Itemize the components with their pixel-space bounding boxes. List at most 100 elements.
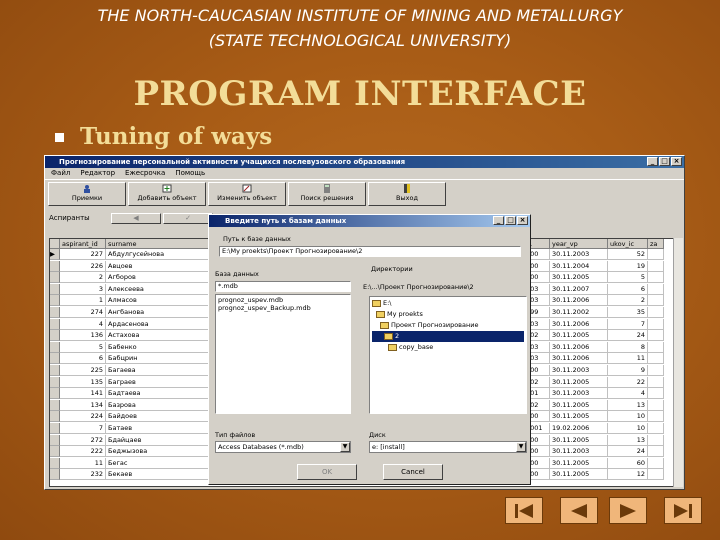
column-header-ukov-ic[interactable]: ukov_ic (608, 239, 648, 249)
cell-ukov-ic[interactable]: 13 (608, 434, 648, 446)
next-slide-button[interactable] (609, 497, 647, 524)
cell-surname[interactable]: Ардасенова (106, 318, 214, 330)
cell-year-vp[interactable]: 30.11.2005 (550, 434, 608, 446)
cell-ukov-ic[interactable]: 24 (608, 330, 648, 342)
cell-year-vp[interactable]: 30.11.2005 (550, 376, 608, 388)
cell-za[interactable] (648, 411, 664, 423)
confirm-button[interactable]: ✓ (163, 212, 213, 224)
cell-id[interactable]: 272 (60, 434, 106, 446)
column-header-year-vp[interactable]: year_vp (550, 239, 608, 249)
cell-surname[interactable]: Астахова (106, 330, 214, 342)
cell-year-vp[interactable]: 30.11.2002 (550, 307, 608, 318)
cell-id[interactable]: 225 (60, 365, 106, 376)
chevron-down-icon[interactable]: ▼ (340, 442, 350, 452)
path-input[interactable]: E:\My proekts\Проект Прогнозирование\2 (219, 246, 521, 257)
cell-surname[interactable]: Бадтаева (106, 388, 214, 400)
row-indicator[interactable] (50, 434, 60, 446)
minimize-button[interactable]: _ (647, 157, 658, 166)
cell-year-vp[interactable]: 30.11.2005 (550, 469, 608, 481)
cell-id[interactable]: 2 (60, 272, 106, 284)
maximize-button[interactable]: □ (659, 157, 670, 166)
row-indicator[interactable] (50, 446, 60, 458)
dir-item[interactable]: Проект Прогнозирование (372, 320, 524, 331)
cell-year-vp[interactable]: 30.11.2003 (550, 446, 608, 458)
cell-ukov-ic[interactable]: 52 (608, 249, 648, 260)
cell-surname[interactable]: Бабцрин (106, 353, 214, 365)
dialog-close-button[interactable]: × (517, 216, 528, 225)
cell-za[interactable] (648, 457, 664, 469)
toolbar-button-search[interactable]: Поиск решения (288, 182, 366, 206)
cancel-button[interactable]: Cancel (383, 464, 443, 480)
cell-za[interactable] (648, 307, 664, 318)
row-indicator[interactable] (50, 260, 60, 272)
cell-year-vp[interactable]: 30.11.2005 (550, 272, 608, 284)
row-indicator[interactable] (50, 423, 60, 434)
row-indicator[interactable] (50, 295, 60, 307)
cell-surname[interactable]: Абдулгусейнова (106, 249, 214, 260)
chevron-down-icon[interactable]: ▼ (516, 442, 526, 452)
cell-surname[interactable]: Байдоев (106, 411, 214, 423)
cell-ukov-ic[interactable]: 4 (608, 388, 648, 400)
cell-id[interactable]: 135 (60, 376, 106, 388)
cell-ukov-ic[interactable]: 7 (608, 318, 648, 330)
cell-ukov-ic[interactable]: 10 (608, 423, 648, 434)
last-slide-button[interactable] (664, 497, 702, 524)
cell-year-vp[interactable]: 30.11.2005 (550, 330, 608, 342)
cell-ukov-ic[interactable]: 2 (608, 295, 648, 307)
ok-button[interactable]: OK (297, 464, 357, 480)
cell-surname[interactable]: Бегас (106, 457, 214, 469)
cell-year-vp[interactable]: 30.11.2003 (550, 365, 608, 376)
column-header-id[interactable]: aspirant_id (60, 239, 106, 249)
cell-id[interactable]: 11 (60, 457, 106, 469)
cell-za[interactable] (648, 446, 664, 458)
file-item[interactable]: prognoz_uspev.mdb (218, 296, 348, 304)
cell-surname[interactable]: Бекаев (106, 469, 214, 481)
cell-year-vp[interactable]: 30.11.2005 (550, 411, 608, 423)
database-filter-input[interactable]: *.mdb (215, 281, 351, 292)
cell-surname[interactable]: Алексеева (106, 283, 214, 295)
cell-ukov-ic[interactable]: 5 (608, 272, 648, 284)
cell-ukov-ic[interactable]: 24 (608, 446, 648, 458)
row-indicator[interactable]: ▶ (50, 249, 60, 260)
cell-surname[interactable]: Багаева (106, 365, 214, 376)
cell-ukov-ic[interactable]: 11 (608, 353, 648, 365)
file-type-select[interactable]: Access Databases (*.mdb) ▼ (215, 441, 351, 453)
cell-za[interactable] (648, 365, 664, 376)
file-item[interactable]: prognoz_uspev_Backup.mdb (218, 304, 348, 312)
menu-help[interactable]: Помощь (175, 168, 205, 179)
menu-file[interactable]: Файл (51, 168, 70, 179)
cell-id[interactable]: 274 (60, 307, 106, 318)
column-header-surname[interactable]: surname (106, 239, 214, 249)
cell-year-vp[interactable]: 30.11.2003 (550, 388, 608, 400)
previous-slide-button[interactable] (560, 497, 598, 524)
dir-item-selected[interactable]: 2 (372, 331, 524, 342)
cell-year-vp[interactable]: 30.11.2003 (550, 249, 608, 260)
cell-id[interactable]: 227 (60, 249, 106, 260)
dir-item[interactable]: E:\ (372, 298, 524, 309)
dialog-maximize-button[interactable]: □ (505, 216, 516, 225)
cell-surname[interactable]: Агборов (106, 272, 214, 284)
row-indicator[interactable] (50, 399, 60, 411)
cell-id[interactable]: 3 (60, 283, 106, 295)
cell-id[interactable]: 224 (60, 411, 106, 423)
column-header-za[interactable]: za (648, 239, 664, 249)
row-indicator[interactable] (50, 469, 60, 481)
toolbar-button-receive[interactable]: Приемки (48, 182, 126, 206)
database-file-list[interactable]: prognoz_uspev.mdb prognoz_uspev_Backup.m… (215, 294, 351, 414)
cell-za[interactable] (648, 376, 664, 388)
row-indicator[interactable] (50, 411, 60, 423)
cell-surname[interactable]: Авцоев (106, 260, 214, 272)
cell-za[interactable] (648, 318, 664, 330)
cell-za[interactable] (648, 423, 664, 434)
cell-id[interactable]: 226 (60, 260, 106, 272)
cell-za[interactable] (648, 330, 664, 342)
cell-id[interactable]: 141 (60, 388, 106, 400)
row-indicator[interactable] (50, 272, 60, 284)
cell-ukov-ic[interactable]: 10 (608, 411, 648, 423)
cell-ukov-ic[interactable]: 9 (608, 365, 648, 376)
cell-surname[interactable]: Бабенко (106, 341, 214, 353)
cell-id[interactable]: 136 (60, 330, 106, 342)
cell-za[interactable] (648, 272, 664, 284)
cell-id[interactable]: 222 (60, 446, 106, 458)
menu-editor[interactable]: Редактор (80, 168, 115, 179)
